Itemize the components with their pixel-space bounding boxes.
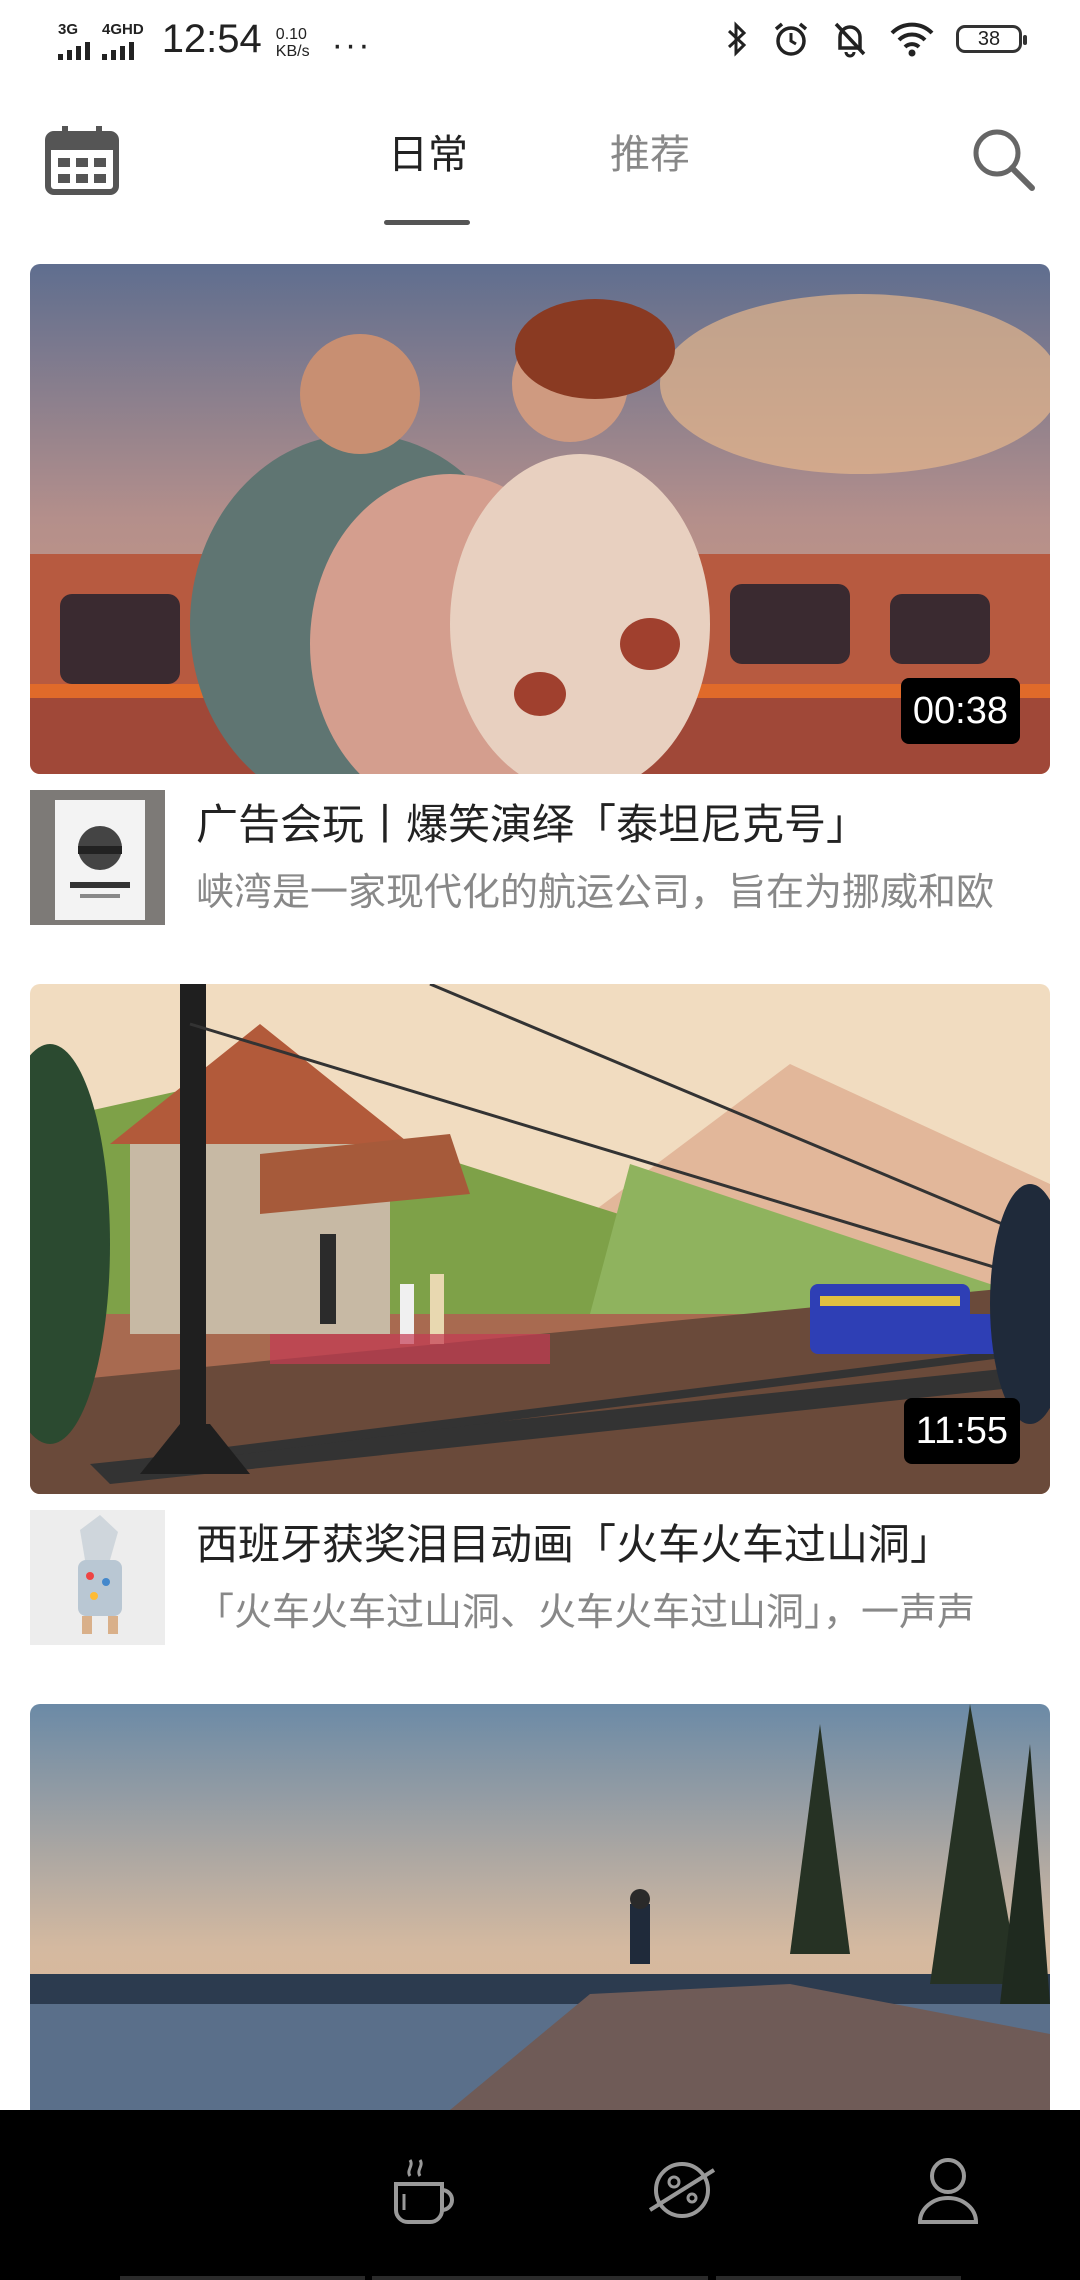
video-description: 「火车火车过山洞、火车火车过山洞」，一声声 — [196, 1592, 976, 1634]
speed-unit: KB/s — [275, 43, 310, 60]
user-icon[interactable] — [908, 2150, 988, 2230]
network-speed: 0.10 KB/s — [276, 26, 310, 60]
signal-icon — [58, 40, 90, 60]
top-header: 日常 推荐 — [0, 110, 1080, 240]
nav-divider — [716, 2276, 961, 2280]
wifi-icon — [890, 22, 934, 57]
nav-divider — [120, 2276, 365, 2280]
status-bar: 3G 4GHD 12:54 0.10 KB/s ··· 38 — [0, 0, 1080, 90]
nav-divider — [372, 2276, 708, 2280]
thumbnail-image — [30, 264, 1050, 774]
network-4g-label: 4GHD — [102, 21, 144, 38]
author-avatar[interactable] — [30, 790, 165, 925]
more-indicator: ··· — [331, 26, 372, 64]
video-thumbnail[interactable]: 00:38 — [30, 264, 1050, 774]
network-3g: 3G — [58, 22, 90, 60]
tab-recommended[interactable]: 推荐 — [610, 130, 690, 180]
alarm-icon — [774, 22, 808, 56]
network-4g: 4GHD — [102, 22, 144, 60]
video-card[interactable]: 11:55 西班牙获奖泪目动画「火车火车过山洞」 「火车火车过山洞、火车火车过山… — [30, 984, 1050, 1645]
network-3g-label: 3G — [58, 21, 79, 38]
signal-icon — [102, 40, 144, 60]
thumbnail-image — [30, 984, 1050, 1494]
mute-icon — [834, 22, 866, 58]
clock: 12:54 — [161, 17, 262, 61]
tab-daily[interactable]: 日常 — [388, 130, 468, 180]
video-duration: 00:38 — [900, 678, 1020, 744]
author-avatar[interactable] — [30, 1510, 165, 1645]
speed-value: 0.10 — [275, 26, 307, 43]
bluetooth-icon — [727, 21, 747, 57]
active-tab-indicator — [384, 220, 470, 225]
video-duration: 11:55 — [903, 1398, 1020, 1464]
video-title[interactable]: 西班牙获奖泪目动画「火车火车过山洞」 — [196, 1518, 1050, 1572]
bottom-navigation — [0, 2110, 1080, 2280]
video-thumbnail[interactable] — [30, 1704, 1050, 2110]
video-card[interactable] — [30, 1704, 1050, 2110]
battery-icon: 38 — [956, 25, 1027, 53]
video-description: 峡湾是一家现代化的航运公司，旨在为挪威和欧 — [196, 872, 995, 914]
coffee-cup-icon[interactable] — [386, 2150, 466, 2230]
video-card[interactable]: 00:38 广告会玩丨爆笑演绎「泰坦尼克号」 峡湾是一家现代化的航运公司，旨在为… — [30, 264, 1050, 925]
video-thumbnail[interactable]: 11:55 — [30, 984, 1050, 1494]
battery-level: 38 — [977, 27, 1001, 50]
video-title[interactable]: 广告会玩丨爆笑演绎「泰坦尼克号」 — [196, 798, 1050, 852]
thumbnail-image — [30, 1704, 1050, 2110]
calendar-icon[interactable] — [44, 122, 120, 198]
search-icon[interactable] — [970, 126, 1036, 192]
planet-icon[interactable] — [642, 2150, 722, 2230]
